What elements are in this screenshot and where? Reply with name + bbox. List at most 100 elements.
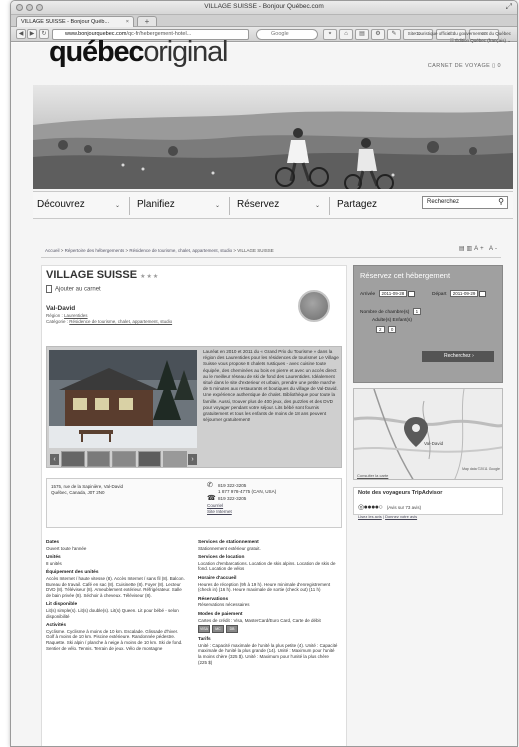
- gov-notice: Site touristique officiel du gouvernemen…: [371, 30, 511, 44]
- detail-text: Unité : Capacité maximale de l'unité la …: [198, 642, 338, 665]
- listing-title-text: VILLAGE SUISSE: [46, 269, 138, 281]
- share-icon[interactable]: ▥: [466, 246, 474, 252]
- tripadvisor-box: Note des voyageurs TripAdvisor ◎●●●●○ (A…: [353, 487, 503, 519]
- browser-window: VILLAGE SUISSE - Bonjour Québec.com ⤢ VI…: [10, 0, 518, 747]
- website-link[interactable]: Site Internet: [207, 509, 276, 515]
- thumbnail[interactable]: [137, 451, 162, 467]
- gallery-prev-button[interactable]: ‹: [50, 454, 59, 465]
- site-logo[interactable]: québecoriginal: [49, 36, 228, 68]
- carnet-link[interactable]: CARNET DE VOYAGE ▯ 0: [428, 63, 501, 69]
- nav-reservez[interactable]: Réservez: [237, 199, 279, 210]
- thumbnail[interactable]: [61, 451, 85, 467]
- chevron-down-icon[interactable]: ⌄: [215, 202, 220, 209]
- home-icon[interactable]: ⌂: [339, 29, 353, 40]
- chalet-photo: [49, 350, 197, 448]
- notebook-icon: [46, 285, 52, 293]
- new-tab-button[interactable]: +: [137, 16, 157, 26]
- detail-text: 8 unités: [46, 560, 62, 566]
- detail-text: Location d'embarcations. Location de ski…: [198, 560, 336, 572]
- thumbnail[interactable]: [163, 451, 187, 467]
- breadcrumb-link[interactable]: Résidence de tourisme, chalet, apparteme…: [129, 248, 232, 253]
- map-link[interactable]: Consulter la carte: [357, 473, 388, 478]
- search-button-label: Recherchez: [444, 353, 471, 359]
- browser-search-input[interactable]: Google: [256, 29, 318, 40]
- chevron-down-icon[interactable]: ⌄: [115, 202, 120, 209]
- nav-planifiez[interactable]: Planifiez: [137, 199, 175, 210]
- listing-title: VILLAGE SUISSE ★★★: [46, 269, 159, 281]
- arrival-field: Arrivée 2011-09-28: [360, 290, 416, 297]
- font-size-controls[interactable]: A+ A-: [474, 246, 499, 252]
- thumbnail[interactable]: [112, 451, 136, 467]
- debit-card-icon: DB: [226, 625, 238, 634]
- adults-label: Adulte(s): [372, 318, 392, 323]
- cyclists-photo: [33, 85, 513, 189]
- main-photo[interactable]: [49, 350, 197, 448]
- back-button[interactable]: ◀: [16, 29, 26, 39]
- bookmark-icon[interactable]: ⭑: [323, 29, 337, 40]
- add-to-notebook-link[interactable]: Ajouter au carnet: [46, 285, 101, 293]
- visa-card-icon: VISA: [198, 625, 210, 634]
- guests-labels: Adulte(s) Enfant(s): [372, 318, 412, 323]
- review-count: (Avis sur 73 avis): [386, 505, 422, 510]
- location-map[interactable]: Val-David Map data ©2011 Google Consulte…: [353, 388, 503, 480]
- reload-button[interactable]: ↻: [39, 29, 49, 39]
- fullscreen-icon[interactable]: ⤢: [506, 2, 512, 12]
- calendar-icon[interactable]: [479, 290, 487, 297]
- fax-number: 819 322-3205: [218, 496, 247, 501]
- listing-meta: Région : Laurentides Catégorie : Résiden…: [46, 313, 172, 325]
- mastercard-icon: MC: [212, 625, 224, 634]
- gallery-next-button[interactable]: ›: [188, 454, 197, 465]
- web-page: Site touristique officiel du gouvernemen…: [11, 31, 517, 746]
- write-review-link[interactable]: Donnez votre avis: [385, 514, 417, 519]
- nav-divider: [129, 197, 130, 215]
- title-bar: VILLAGE SUISSE - Bonjour Québec.com ⤢: [11, 1, 517, 15]
- close-tab-icon[interactable]: ×: [126, 19, 129, 25]
- edition-selector[interactable]: ☷ Édition Québec (français) ⌄: [371, 37, 511, 44]
- thumbnail[interactable]: [86, 451, 111, 467]
- tab-active[interactable]: VILLAGE SUISSE - Bonjour Québ... ×: [16, 16, 134, 27]
- breadcrumb-link[interactable]: Accueil: [45, 248, 60, 253]
- phone-number-tollfree: 1 877 978-4775 (CAN, USA): [218, 489, 277, 494]
- breadcrumb-link[interactable]: Répertoire des hébergements: [65, 248, 125, 253]
- detail-text: Cyclisme. Cyclisme à moins de 10 km. Esc…: [46, 628, 183, 651]
- rooms-select[interactable]: 1: [412, 308, 422, 315]
- nav-divider: [329, 197, 330, 215]
- forward-button[interactable]: ▶: [27, 29, 37, 39]
- page-tools: ▤▥A+ A-: [459, 245, 499, 252]
- arrow-right-icon: ›: [472, 353, 474, 359]
- nav-partagez[interactable]: Partagez: [337, 199, 377, 210]
- payment-cards: VISA MC DB: [198, 625, 338, 634]
- guests-selects: 2 0: [374, 326, 397, 333]
- nav-divider: [229, 197, 230, 215]
- carnet-label: CARNET DE VOYAGE: [427, 63, 491, 69]
- calendar-icon[interactable]: [408, 290, 416, 297]
- chevron-down-icon[interactable]: ⌄: [315, 202, 320, 209]
- phone-icon: ✆: [207, 482, 213, 489]
- read-reviews-link[interactable]: Lisez les avis: [358, 514, 382, 519]
- page-menu-icon[interactable]: ▤: [355, 29, 369, 40]
- phone-list: ✆ 819 322-3205 1 877 978-4775 (CAN, USA) ☎…: [207, 482, 277, 515]
- arrival-input[interactable]: 2011-09-28: [378, 290, 408, 297]
- region-link[interactable]: Laurentides: [64, 313, 88, 318]
- map-town-label: Val-David: [424, 441, 444, 446]
- search-availability-button[interactable]: Recherchez ›: [422, 351, 494, 362]
- adults-select[interactable]: 2: [376, 326, 385, 333]
- category-link[interactable]: Résidence de tourisme, chalet, apparteme…: [69, 319, 172, 324]
- detail-text: Cartes de crédit : Visa, MasterCard/Euro…: [198, 617, 321, 623]
- nav-decouvrez[interactable]: Découvrez: [37, 199, 85, 210]
- departure-input[interactable]: 2011-09-29: [449, 290, 479, 297]
- children-select[interactable]: 0: [387, 326, 397, 333]
- detail-text: Heures de réception (9h à 19 h). Heure m…: [198, 581, 331, 593]
- breadcrumb: Accueil > Répertoire des hébergements > …: [45, 248, 274, 253]
- listing-city: Val-David: [46, 305, 76, 312]
- main-nav: Découvrez ⌄ Planifiez ⌄ Réservez ⌄ Parta…: [33, 191, 513, 219]
- carnet-count: 0: [497, 63, 501, 69]
- booking-widget: Réservez cet hébergement Arrivée 2011-09…: [353, 265, 503, 383]
- address: 1575, rue de la Sapinière, Val-David Qué…: [51, 484, 123, 496]
- map-attribution: Map data ©2011 Google: [462, 467, 500, 471]
- window-title: VILLAGE SUISSE - Bonjour Québec.com: [204, 3, 324, 10]
- contact-box: 1575, rue de la Sapinière, Val-David Qué…: [46, 478, 342, 528]
- search-icon[interactable]: ⚲: [498, 197, 504, 206]
- site-search-input[interactable]: Recherchez ⚲: [422, 196, 508, 209]
- browser-search-placeholder: Google: [271, 31, 289, 37]
